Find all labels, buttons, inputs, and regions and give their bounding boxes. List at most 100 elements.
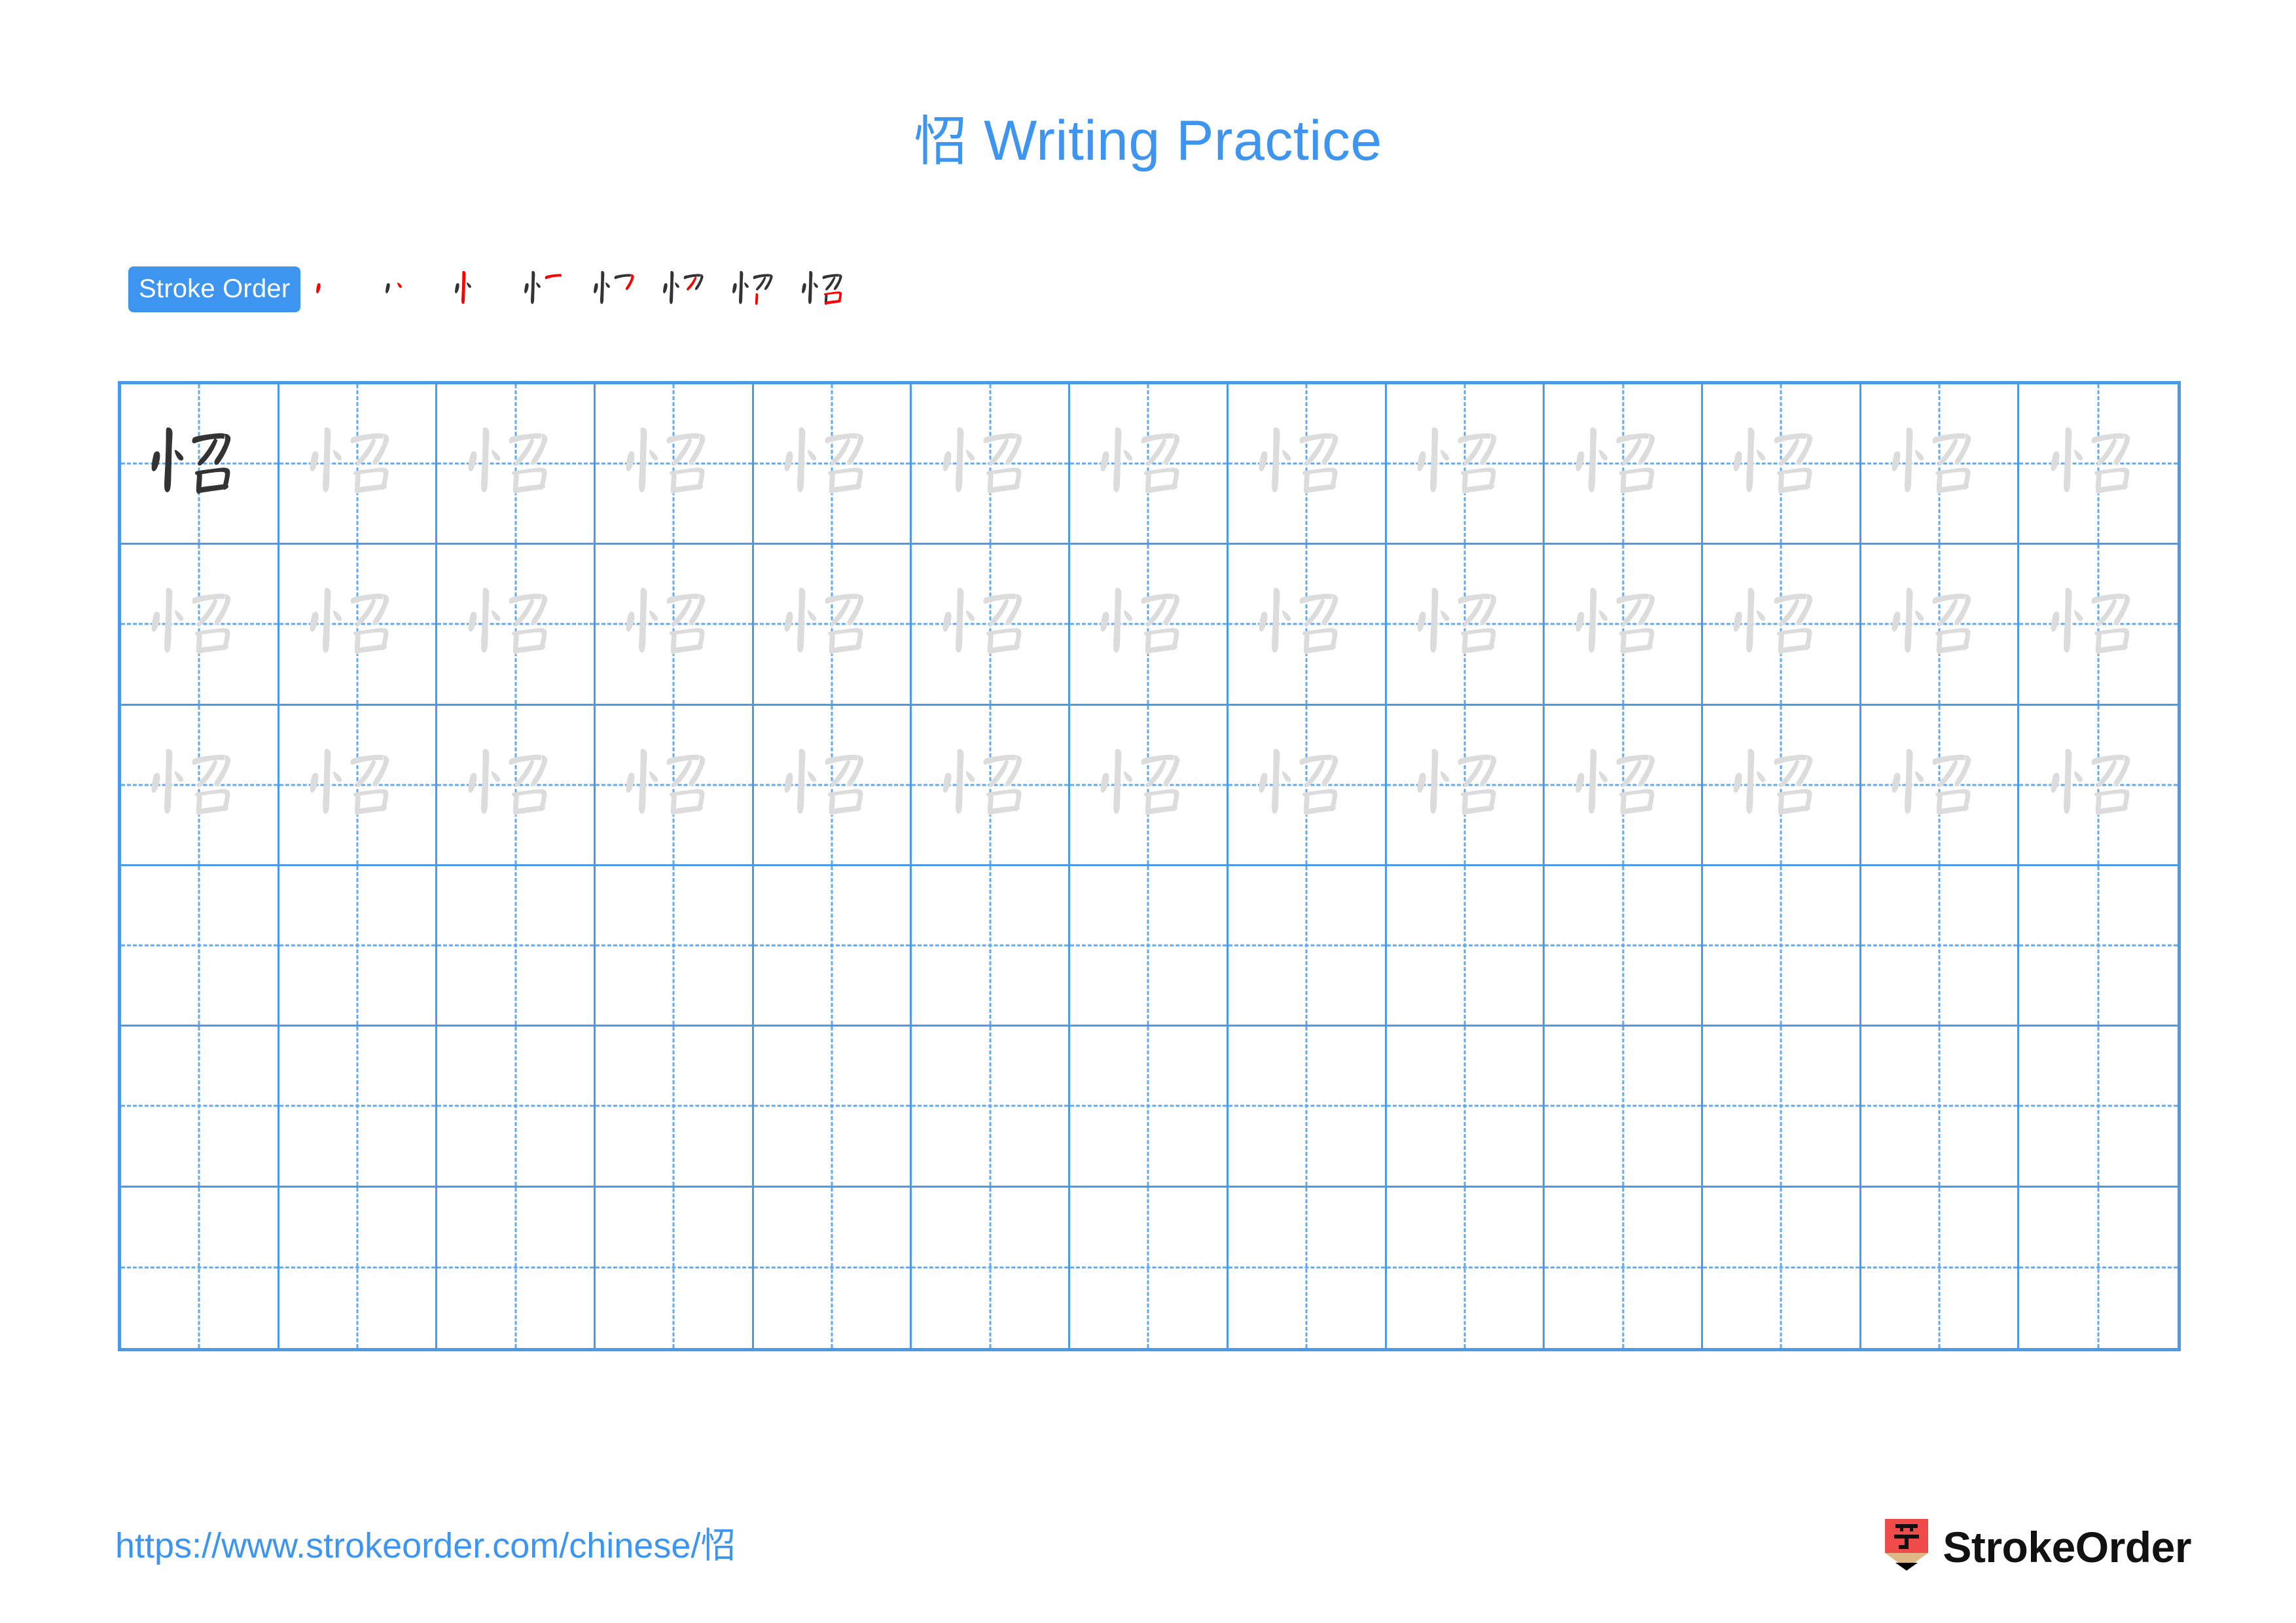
practice-cell-r3-c7[interactable] <box>1070 705 1229 866</box>
practice-cell-r3-c3[interactable] <box>437 705 596 866</box>
practice-cell-r4-c9[interactable] <box>1386 866 1545 1027</box>
practice-cell-r1-c12[interactable] <box>1861 384 2020 545</box>
practice-cell-r3-c8[interactable] <box>1228 705 1387 866</box>
practice-cell-r1-c5[interactable] <box>753 384 912 545</box>
practice-cell-r1-c6[interactable] <box>912 384 1071 545</box>
practice-cell-r6-c12[interactable] <box>1861 1187 2020 1348</box>
practice-cell-r5-c13[interactable] <box>2019 1027 2178 1188</box>
practice-cell-r5-c9[interactable] <box>1386 1027 1545 1188</box>
practice-cell-r1-c13[interactable] <box>2019 384 2178 545</box>
practice-cell-r4-c10[interactable] <box>1545 866 1703 1027</box>
brand-logo-group[interactable]: StrokeOrder <box>1882 1518 2191 1577</box>
trace-character <box>596 706 752 864</box>
practice-cell-r4-c4[interactable] <box>596 866 754 1027</box>
practice-cell-r2-c2[interactable] <box>279 545 438 706</box>
trace-character <box>279 384 436 543</box>
practice-cell-r5-c4[interactable] <box>596 1027 754 1188</box>
practice-cell-r5-c11[interactable] <box>1702 1027 1861 1188</box>
practice-cell-r4-c8[interactable] <box>1228 866 1387 1027</box>
practice-cell-r1-c8[interactable] <box>1228 384 1387 545</box>
brand-name: StrokeOrder <box>1943 1523 2191 1571</box>
practice-cell-r4-c2[interactable] <box>279 866 438 1027</box>
practice-cell-r6-c3[interactable] <box>437 1187 596 1348</box>
practice-cell-r2-c11[interactable] <box>1702 545 1861 706</box>
practice-cell-r6-c9[interactable] <box>1387 1187 1545 1348</box>
trace-character <box>121 545 278 703</box>
practice-cell-r5-c3[interactable] <box>437 1027 596 1188</box>
practice-cell-r1-c10[interactable] <box>1545 384 1703 545</box>
practice-cell-r2-c9[interactable] <box>1386 545 1545 706</box>
trace-character <box>1545 545 1701 703</box>
practice-cell-r6-c4[interactable] <box>596 1187 754 1348</box>
practice-cell-r6-c6[interactable] <box>912 1187 1071 1348</box>
trace-character <box>279 706 436 864</box>
trace-character <box>596 545 752 703</box>
source-url[interactable]: https://www.strokeorder.com/chinese/怊 <box>115 1523 736 1569</box>
practice-cell-r2-c8[interactable] <box>1228 545 1387 706</box>
practice-cell-r6-c8[interactable] <box>1229 1187 1387 1348</box>
practice-cell-r1-c4[interactable] <box>596 384 754 545</box>
practice-cell-r2-c1[interactable] <box>121 545 279 706</box>
practice-cell-r2-c5[interactable] <box>753 545 912 706</box>
trace-character <box>437 545 594 703</box>
practice-cell-r5-c7[interactable] <box>1070 1027 1229 1188</box>
trace-character <box>1703 706 1859 864</box>
practice-cell-r2-c13[interactable] <box>2019 545 2178 706</box>
practice-cell-r2-c4[interactable] <box>596 545 754 706</box>
practice-cell-r2-c6[interactable] <box>912 545 1071 706</box>
stroke-step-1 <box>306 255 375 324</box>
practice-cell-r3-c12[interactable] <box>1861 705 2020 866</box>
practice-cell-r6-c1[interactable] <box>121 1187 279 1348</box>
practice-cell-r1-c2[interactable] <box>279 384 438 545</box>
practice-cell-r4-c12[interactable] <box>1861 866 2020 1027</box>
practice-cell-r4-c7[interactable] <box>1070 866 1229 1027</box>
trace-character <box>754 384 910 543</box>
practice-cell-r5-c8[interactable] <box>1228 1027 1387 1188</box>
practice-cell-r3-c11[interactable] <box>1702 705 1861 866</box>
trace-character <box>1861 706 2018 864</box>
practice-cell-r6-c10[interactable] <box>1545 1187 1703 1348</box>
practice-cell-r1-c1[interactable] <box>121 384 279 545</box>
practice-cell-r6-c5[interactable] <box>754 1187 912 1348</box>
practice-cell-r4-c5[interactable] <box>753 866 912 1027</box>
practice-cell-r6-c2[interactable] <box>279 1187 438 1348</box>
practice-cell-r2-c10[interactable] <box>1545 545 1703 706</box>
trace-character <box>1229 706 1385 864</box>
practice-cell-r5-c2[interactable] <box>279 1027 438 1188</box>
trace-character <box>912 384 1068 543</box>
practice-cell-r5-c5[interactable] <box>753 1027 912 1188</box>
practice-cell-r1-c9[interactable] <box>1386 384 1545 545</box>
practice-cell-r3-c5[interactable] <box>753 705 912 866</box>
practice-cell-r1-c3[interactable] <box>437 384 596 545</box>
practice-cell-r1-c11[interactable] <box>1702 384 1861 545</box>
practice-cell-r4-c1[interactable] <box>121 866 279 1027</box>
practice-cell-r3-c10[interactable] <box>1545 705 1703 866</box>
practice-cell-r2-c7[interactable] <box>1070 545 1229 706</box>
practice-cell-r3-c13[interactable] <box>2019 706 2178 866</box>
practice-cell-r5-c1[interactable] <box>121 1027 279 1188</box>
worksheet-page: 怊 Writing Practice Stroke Order https://… <box>0 0 2296 1623</box>
practice-cell-r2-c12[interactable] <box>1861 545 2020 706</box>
practice-cell-r4-c11[interactable] <box>1702 866 1861 1027</box>
practice-cell-r2-c3[interactable] <box>437 545 596 706</box>
practice-cell-r5-c6[interactable] <box>912 1027 1071 1188</box>
practice-cell-r6-c7[interactable] <box>1070 1187 1229 1348</box>
trace-character <box>1387 706 1543 864</box>
practice-cell-r6-c11[interactable] <box>1703 1187 1861 1348</box>
practice-cell-r4-c6[interactable] <box>912 866 1071 1027</box>
stroke-step-7 <box>722 255 791 324</box>
page-title: 怊 Writing Practice <box>0 105 2296 178</box>
practice-cell-r5-c12[interactable] <box>1861 1027 2020 1188</box>
trace-character <box>1387 545 1543 703</box>
practice-cell-r3-c2[interactable] <box>279 705 438 866</box>
practice-cell-r3-c9[interactable] <box>1386 705 1545 866</box>
trace-character <box>1229 545 1385 703</box>
practice-cell-r6-c13[interactable] <box>2019 1188 2178 1348</box>
practice-cell-r3-c6[interactable] <box>912 705 1071 866</box>
practice-cell-r3-c1[interactable] <box>121 705 279 866</box>
practice-cell-r3-c4[interactable] <box>596 705 754 866</box>
practice-cell-r1-c7[interactable] <box>1070 384 1229 545</box>
practice-cell-r5-c10[interactable] <box>1545 1027 1703 1188</box>
practice-cell-r4-c13[interactable] <box>2019 866 2178 1027</box>
practice-cell-r4-c3[interactable] <box>437 866 596 1027</box>
